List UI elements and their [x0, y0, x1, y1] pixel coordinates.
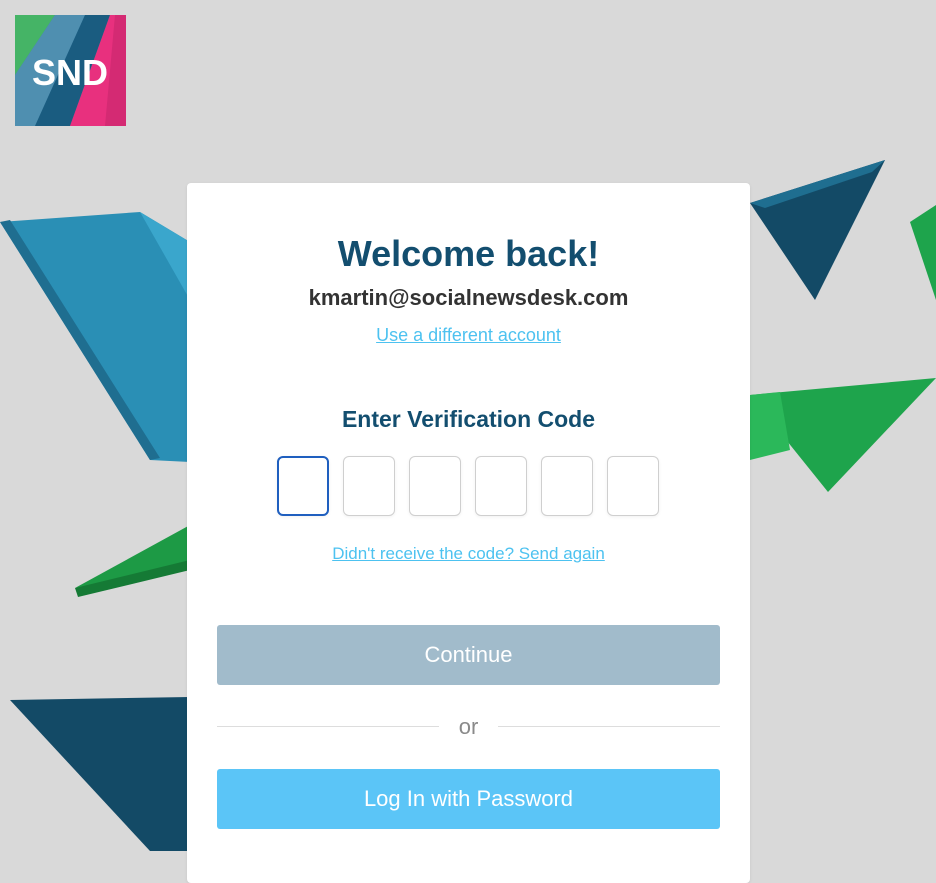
or-divider: or: [217, 712, 720, 742]
login-with-password-button[interactable]: Log In with Password: [217, 769, 720, 829]
svg-text:SND: SND: [32, 52, 108, 93]
code-digit-2[interactable]: [343, 456, 395, 516]
resend-code-link[interactable]: Didn't receive the code? Send again: [187, 544, 750, 564]
use-different-account-link[interactable]: Use a different account: [187, 325, 750, 346]
divider-text: or: [458, 714, 479, 739]
code-digit-5[interactable]: [541, 456, 593, 516]
login-card: Welcome back! kmartin@socialnewsdesk.com…: [187, 183, 750, 883]
verification-code-inputs: [277, 456, 663, 518]
verification-code-label: Enter Verification Code: [341, 406, 596, 432]
code-digit-3[interactable]: [409, 456, 461, 516]
account-email: kmartin@socialnewsdesk.com: [308, 285, 629, 310]
page-title: Welcome back!: [337, 233, 600, 274]
code-digit-1[interactable]: [277, 456, 329, 516]
code-digit-6[interactable]: [607, 456, 659, 516]
divider-line-right: [498, 726, 720, 727]
code-digit-4[interactable]: [475, 456, 527, 516]
snd-logo: SND: [15, 15, 126, 126]
continue-button[interactable]: Continue: [217, 625, 720, 685]
